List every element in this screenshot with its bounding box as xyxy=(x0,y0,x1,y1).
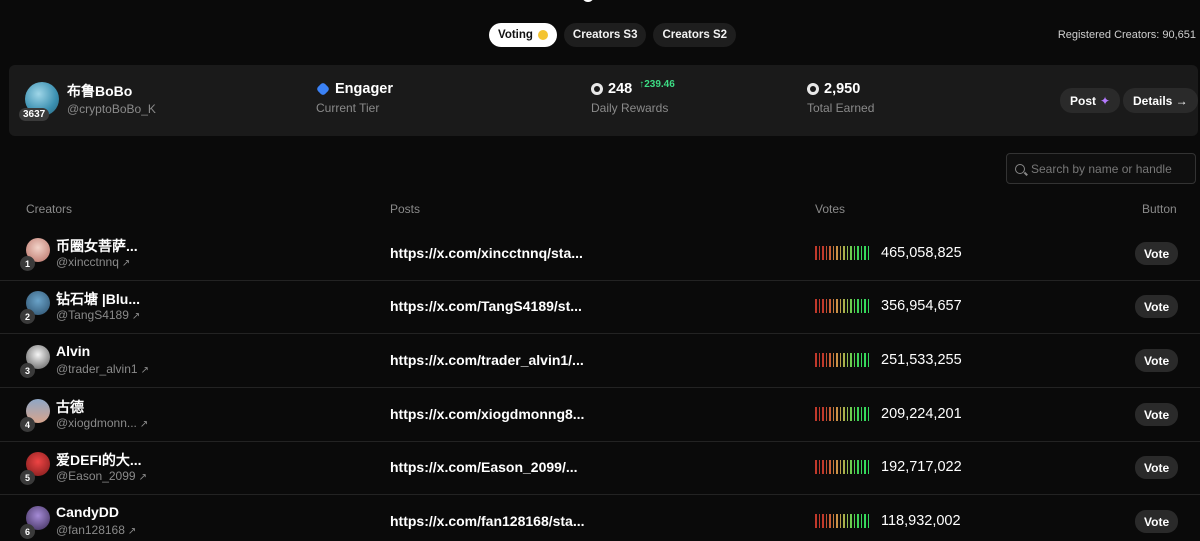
rank-badge: 1 xyxy=(20,256,35,271)
column-header-votes: Votes xyxy=(815,202,846,216)
vote-count: 356,954,657 xyxy=(881,298,962,314)
external-link-icon: ↗ xyxy=(139,419,149,430)
tab-voting[interactable]: Voting xyxy=(489,23,557,47)
table-row: 2 钻石塘 |Blu... @TangS4189 ↗ https://x.com/Tan… xyxy=(0,281,1200,334)
post-link[interactable]: https://x.com/xiogdmonng8... xyxy=(390,406,584,422)
rank-badge: 2 xyxy=(20,309,35,324)
vote-strength-bar xyxy=(815,460,869,474)
creator-name[interactable]: Alvin xyxy=(56,343,90,359)
table-row: 6 CandyDD @fan128168 ↗ https://x.com/fan1281… xyxy=(0,496,1200,541)
vote-button[interactable]: Vote xyxy=(1135,403,1179,426)
table-row: 1 币圈女菩萨... @xincctnnq ↗ https://x.com/xincct… xyxy=(0,228,1200,281)
creator-handle-link[interactable]: @xincctnnq ↗ xyxy=(56,255,130,269)
post-link[interactable]: https://x.com/Eason_2099/... xyxy=(390,459,578,475)
rank-badge: 6 xyxy=(20,524,35,539)
rank-badge: 4 xyxy=(20,417,35,432)
total-earned-stat: 2,950 Total Earned xyxy=(807,81,874,115)
tab-creators-s3[interactable]: Creators S3 xyxy=(563,23,647,47)
sparkle-icon: ✦ xyxy=(1100,93,1111,108)
tier-label: Current Tier xyxy=(316,101,380,115)
tier-value: Engager xyxy=(335,81,394,97)
creator-name[interactable]: CandyDD xyxy=(56,504,119,520)
rank-badge: 3 xyxy=(20,363,35,378)
daily-rewards-value: 248 xyxy=(608,81,633,97)
post-button[interactable]: Post ✦ xyxy=(1060,88,1121,113)
vote-count: 465,058,825 xyxy=(881,245,962,261)
external-link-icon: ↗ xyxy=(127,526,137,537)
vote-strength-bar xyxy=(815,353,869,367)
creator-handle-link[interactable]: @TangS4189 ↗ xyxy=(56,308,140,322)
vote-strength-bar xyxy=(815,514,869,528)
daily-rewards-label: Daily Rewards xyxy=(591,101,669,115)
vote-count: 118,932,002 xyxy=(881,513,961,529)
creator-name[interactable]: 币圈女菩萨... xyxy=(56,236,138,256)
table-row: 4 古德 @xiogdmonn... ↗ https://x.com/xiogdmonn… xyxy=(0,389,1200,442)
post-link[interactable]: https://x.com/trader_alvin1/... xyxy=(390,352,584,368)
creator-handle-link[interactable]: @xiogdmonn... ↗ xyxy=(56,416,148,430)
table-row: 5 爱DEFI的大... @Eason_2099 ↗ https://x.com/Eas… xyxy=(0,442,1200,495)
vote-count: 192,717,022 xyxy=(881,459,962,475)
external-link-icon: ↗ xyxy=(131,311,141,322)
vote-count: 209,224,201 xyxy=(881,406,962,422)
tier-icon xyxy=(315,81,331,97)
registered-creators-count: Registered Creators: 90,651 xyxy=(1057,29,1196,41)
vote-button[interactable]: Vote xyxy=(1135,242,1179,265)
profile-avatar-wrap: 3637 xyxy=(19,82,59,121)
column-header-creators: Creators xyxy=(26,202,73,216)
vote-strength-bar xyxy=(815,246,869,260)
rank-badge: 3637 xyxy=(19,108,50,121)
column-header-posts: Posts xyxy=(390,202,421,216)
details-button[interactable]: Details → xyxy=(1123,88,1198,113)
vote-button[interactable]: Vote xyxy=(1135,295,1179,318)
external-link-icon: ↗ xyxy=(140,365,149,376)
profile-card: 3637 布鲁BoBo @cryptoBoBo_K Engager Curren… xyxy=(9,65,1198,136)
column-header-button: Button xyxy=(1142,202,1177,216)
post-link[interactable]: https://x.com/fan128168/sta... xyxy=(390,513,585,529)
external-link-icon: ↗ xyxy=(138,472,147,483)
coin-icon xyxy=(591,83,603,95)
page-title-fragment xyxy=(560,0,620,6)
creator-handle-link[interactable]: @Eason_2099 ↗ xyxy=(56,469,147,483)
creator-name[interactable]: 钻石塘 |Blu... xyxy=(56,289,140,309)
creator-name[interactable]: 爱DEFI的大... xyxy=(56,450,142,470)
vote-button[interactable]: Vote xyxy=(1135,510,1179,533)
creator-name[interactable]: 古德 xyxy=(56,397,84,417)
external-link-icon: ↗ xyxy=(121,258,131,269)
vote-button[interactable]: Vote xyxy=(1135,349,1179,372)
vote-count: 251,533,255 xyxy=(881,352,962,368)
creator-handle-link[interactable]: @fan128168 ↗ xyxy=(56,523,136,537)
search-box xyxy=(1006,153,1196,184)
coin-icon xyxy=(807,83,819,95)
creator-handle-link[interactable]: @trader_alvin1 ↗ xyxy=(56,362,149,376)
post-link[interactable]: https://x.com/TangS4189/st... xyxy=(390,298,582,314)
tier-stat: Engager Current Tier xyxy=(315,81,394,115)
vote-button[interactable]: Vote xyxy=(1135,456,1179,479)
search-input[interactable] xyxy=(1031,161,1191,176)
hand-icon xyxy=(537,30,548,40)
tab-bar: Voting Creators S3 Creators S2 xyxy=(489,23,737,47)
profile-name: 布鲁BoBo xyxy=(67,83,133,99)
profile-handle: @cryptoBoBo_K xyxy=(67,102,156,116)
daily-rewards-delta: ↑239.46 xyxy=(639,78,675,90)
vote-strength-bar xyxy=(815,407,869,421)
search-icon xyxy=(1015,163,1025,174)
rank-badge: 5 xyxy=(20,470,35,485)
vote-strength-bar xyxy=(815,299,869,313)
tab-creators-s2[interactable]: Creators S2 xyxy=(653,23,737,47)
total-earned-value: 2,950 xyxy=(824,81,861,97)
table-row: 3 Alvin @trader_alvin1 ↗ https://x.com/trade… xyxy=(0,335,1200,388)
total-earned-label: Total Earned xyxy=(807,101,875,115)
daily-rewards-stat: 248 ↑239.46 Daily Rewards xyxy=(591,78,675,115)
post-link[interactable]: https://x.com/xincctnnq/sta... xyxy=(390,245,583,261)
